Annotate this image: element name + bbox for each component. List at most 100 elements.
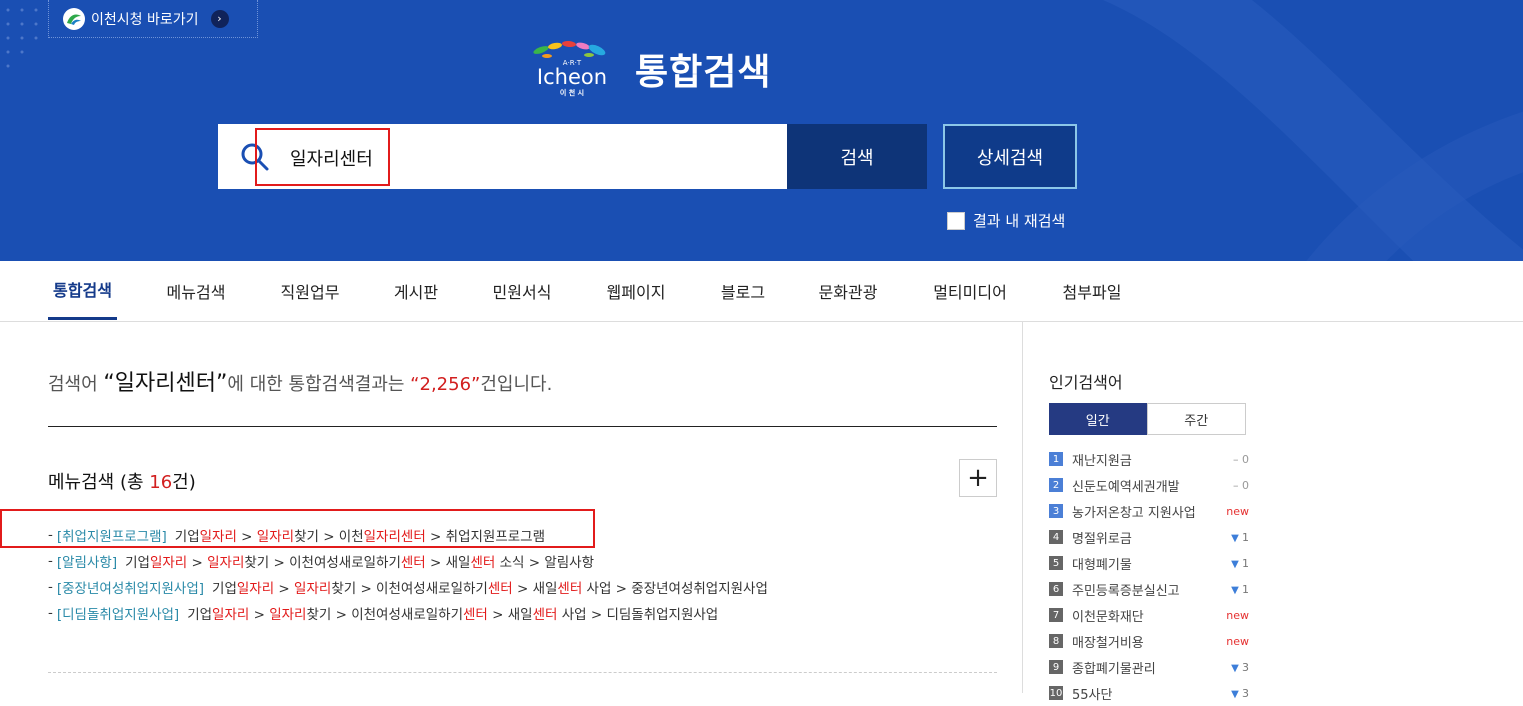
rank-badge: 2 <box>1049 478 1063 492</box>
path-text: > <box>274 581 295 597</box>
keyword-highlight: 일자리 <box>149 555 188 571</box>
icheon-logo[interactable]: A·R·T Icheon 이 천 시 <box>527 38 617 100</box>
path-text: 소식 > 알림사항 <box>495 555 595 571</box>
path-text: > 새일 <box>425 555 471 571</box>
popular-keyword-item[interactable]: 2 신둔도예역세권개발 – 0 <box>1049 472 1249 498</box>
popular-keyword-term: 이천문화재단 <box>1072 609 1144 625</box>
search-input[interactable] <box>288 140 762 176</box>
result-category-link[interactable]: [디딤돌취업지원사업] <box>57 603 179 623</box>
keyword-highlight: 일자리 <box>207 555 245 571</box>
header-banner: 이천시청 바로가기 › A·R·T Icheon 이 천 시 통합검색 일자리센… <box>0 0 1523 261</box>
popular-keyword-item[interactable]: 5 대형폐기물 ▼ 1 <box>1049 550 1249 576</box>
search-box <box>218 124 787 189</box>
popular-keyword-item[interactable]: 4 명절위로금 ▼ 1 <box>1049 524 1249 550</box>
divider <box>48 426 997 427</box>
research-option[interactable]: 결과 내 재검색 <box>947 210 1065 231</box>
rank-badge: 3 <box>1049 504 1063 518</box>
popular-keyword-item[interactable]: 6 주민등록증분실신고 ▼ 1 <box>1049 576 1249 602</box>
summary-suffix: 건입니다. <box>480 374 553 395</box>
tab-webpage[interactable]: 웹페이지 <box>600 261 672 320</box>
rank-change: new <box>1209 505 1249 518</box>
city-hall-quicklink[interactable]: 이천시청 바로가기 › <box>48 0 258 38</box>
section-count: 16 <box>149 472 173 493</box>
svg-text:이 천 시: 이 천 시 <box>560 88 584 97</box>
tab-integrated[interactable]: 통합검색 <box>48 261 117 320</box>
popular-keyword-item[interactable]: 1 재난지원금 – 0 <box>1049 446 1249 472</box>
result-path-link[interactable]: 기업일자리 > 일자리찾기 > 이천여성새로일하기센터 > 새일센터 사업 > … <box>212 577 768 597</box>
path-text: > 새일 <box>512 581 558 597</box>
tab-daily[interactable]: 일간 <box>1049 403 1147 435</box>
keyword-highlight: 센터 <box>470 555 496 571</box>
search-icon <box>241 143 269 171</box>
popular-keyword-item[interactable]: 10 55사단 ▼ 3 <box>1049 680 1249 706</box>
brand: A·R·T Icheon 이 천 시 통합검색 <box>527 38 771 100</box>
popular-keyword-term: 재난지원금 <box>1072 453 1132 469</box>
rank-change: ▼ 1 <box>1209 583 1249 596</box>
keyword-highlight: 센터 <box>557 581 583 597</box>
keyword-highlight: 일자리 <box>256 529 295 545</box>
tab-attachments[interactable]: 첨부파일 <box>1056 261 1128 320</box>
svg-text:Icheon: Icheon <box>537 65 607 89</box>
popular-keyword-term: 명절위로금 <box>1072 531 1132 547</box>
keyword-highlight: 일자리센터 <box>363 529 426 545</box>
arrow-down-icon: ▼ <box>1231 558 1242 570</box>
quicklink-label: 이천시청 바로가기 <box>91 11 199 28</box>
tab-multimedia[interactable]: 멀티미디어 <box>926 261 1014 320</box>
arrow-down-icon: ▼ <box>1231 688 1242 700</box>
path-text: 기업 <box>212 581 237 597</box>
tab-menu[interactable]: 메뉴검색 <box>160 261 232 320</box>
popular-keyword-item[interactable]: 8 매장철거비용 new <box>1049 628 1249 654</box>
tab-civil-forms[interactable]: 민원서식 <box>486 261 558 320</box>
tab-blog[interactable]: 블로그 <box>714 261 772 320</box>
tab-board[interactable]: 게시판 <box>387 261 445 320</box>
rank-badge: 10 <box>1049 686 1063 700</box>
result-path-link[interactable]: 기업일자리 > 일자리찾기 > 이천여성새로일하기센터 > 새일센터 소식 > … <box>125 551 594 571</box>
result-summary: 검색어 “일자리센터”에 대한 통합검색결과는 “2,256”건입니다. <box>48 365 552 397</box>
popular-keyword-item[interactable]: 3 농가저온창고 지원사업 new <box>1049 498 1249 524</box>
result-path-link[interactable]: 기업일자리 > 일자리찾기 > 이천여성새로일하기센터 > 새일센터 사업 > … <box>187 603 718 623</box>
path-text: 기업 <box>125 555 150 571</box>
result-category-link[interactable]: [알림사항] <box>57 551 117 571</box>
rank-badge: 9 <box>1049 660 1063 674</box>
city-logo-icon <box>63 7 85 30</box>
path-text: 찾기 > 이천여성새로일하기 <box>306 607 463 623</box>
bullet-dash: - <box>48 527 53 543</box>
tab-weekly[interactable]: 주간 <box>1146 403 1246 435</box>
popular-keyword-term: 55사단 <box>1072 687 1113 703</box>
rank-change: ▼ 3 <box>1209 687 1249 700</box>
research-checkbox[interactable] <box>947 211 965 230</box>
path-text: 찾기 > 이천 <box>294 529 364 545</box>
search-button[interactable]: 검색 <box>787 124 927 189</box>
bullet-dash: - <box>48 605 53 621</box>
path-text: > <box>187 555 208 571</box>
detail-search-button[interactable]: 상세검색 <box>943 124 1077 189</box>
tab-staff-work[interactable]: 직원업무 <box>274 261 346 320</box>
rank-badge: 7 <box>1049 608 1063 622</box>
rank-change: ▼ 1 <box>1209 531 1249 544</box>
popular-keyword-item[interactable]: 9 종합폐기물관리 ▼ 3 <box>1049 654 1249 680</box>
rank-change-value: 3 <box>1242 686 1249 700</box>
more-button[interactable]: + <box>959 459 997 497</box>
popular-keyword-term: 농가저온창고 지원사업 <box>1072 505 1196 521</box>
tab-culture-tourism[interactable]: 문화관광 <box>812 261 884 320</box>
path-text: > <box>249 607 270 623</box>
result-category-link[interactable]: [중장년여성취업지원사업] <box>57 577 204 597</box>
keyword-highlight: 일자리 <box>269 607 307 623</box>
popular-keyword-term: 신둔도예역세권개발 <box>1072 479 1180 495</box>
dotted-divider <box>48 672 997 673</box>
result-path-link[interactable]: 기업일자리 > 일자리찾기 > 이천일자리센터 > 취업지원프로그램 <box>175 525 545 545</box>
rank-change: – 0 <box>1209 453 1249 466</box>
path-text: 찾기 > 이천여성새로일하기 <box>244 555 401 571</box>
background-decoration <box>1103 0 1523 261</box>
research-label: 결과 내 재검색 <box>973 212 1066 230</box>
rank-badge: 5 <box>1049 556 1063 570</box>
popular-keyword-item[interactable]: 7 이천문화재단 new <box>1049 602 1249 628</box>
section-title-prefix: 메뉴검색 (총 <box>48 472 150 493</box>
category-tabs: 통합검색 메뉴검색 직원업무 게시판 민원서식 웹페이지 블로그 문화관광 멀티… <box>0 261 1523 322</box>
result-category-link[interactable]: [취업지원프로그램] <box>57 525 167 545</box>
rank-change-value: 1 <box>1242 582 1249 596</box>
keyword-highlight: 센터 <box>400 555 426 571</box>
summary-keyword: “일자리센터” <box>103 371 228 396</box>
rank-change-value: 1 <box>1242 556 1249 570</box>
summary-middle: 에 대한 통합검색결과는 <box>227 374 411 395</box>
